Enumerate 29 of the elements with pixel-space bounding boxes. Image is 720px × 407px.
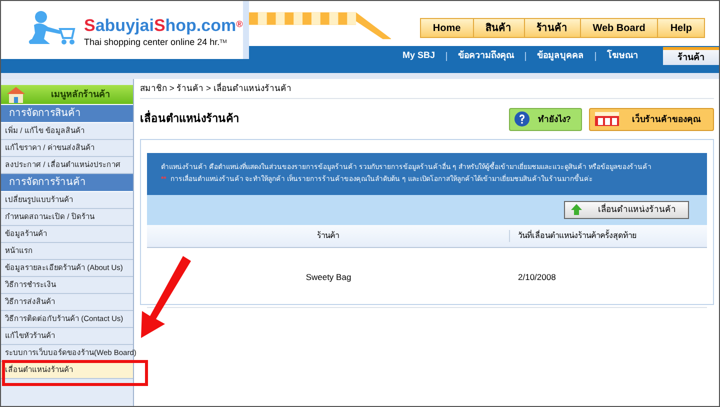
nav-tab[interactable]: ร้านค้า [663,47,719,65]
move-shop-button[interactable]: เลื่อนตำแหน่งร้านค้า [564,200,689,219]
nav-tab[interactable]: ข้อมูลบุคคล [526,47,595,65]
nav-tab[interactable]: ข้อความถึงคุณ [447,47,525,65]
sidebar-section-header: การจัดการสินค้า [1,105,133,123]
table-cell-text: 2/10/2008 [517,270,556,284]
my-shop-button[interactable]: เว็บร้านค้าของคุณ [589,108,714,131]
menu-home-item[interactable]: เมนูหลักร้านค้า [1,85,133,105]
page-title: เลื่อนตำแหน่งร้านค้า [140,111,239,128]
nav-tab[interactable]: โฆษณา [596,47,649,65]
top-nav-button[interactable]: ร้านค้า [524,19,580,37]
site-tagline: Thai shopping center online 24 hr.$^{TM}$ [84,36,228,49]
top-nav-button[interactable]: Home [420,19,473,37]
help-button[interactable]: ทำยังไง? [508,108,582,131]
table-cell-text: Sweety Bag [304,270,352,284]
question-icon [514,111,530,128]
nav-tab[interactable]: My SBJ [391,47,446,65]
top-nav-button[interactable]: Help [657,19,704,37]
storefront-icon [594,111,620,128]
top-nav-button[interactable]: Web Board [580,19,658,37]
column-header: วันที่เลื่อนตำแหน่งร้านค้าครั้งสุดท้าย [517,230,637,242]
site-logo-text: SabuyjaiShop.com$^{®}$ [84,17,243,34]
child-with-cart-icon [26,11,76,45]
sidebar-section-header: การจัดการร้านค้า [1,174,133,192]
top-nav-button[interactable]: สินค้า [472,19,524,37]
column-header: ร้านค้า [147,230,510,242]
up-arrow-icon [571,204,582,216]
house-icon [5,86,27,103]
breadcrumb: สมาชิก > ร้านค้า > เลื่อนตำแหน่งร้านค้า [140,79,714,99]
